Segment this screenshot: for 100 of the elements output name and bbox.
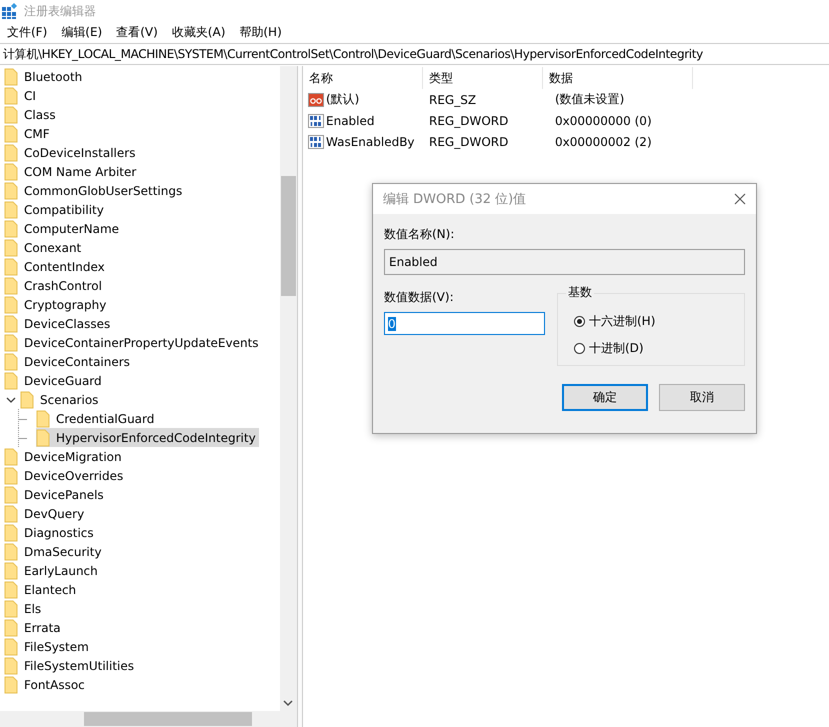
value-name[interactable]: Enabled bbox=[326, 114, 374, 128]
cancel-button[interactable]: 取消 bbox=[659, 384, 745, 411]
tree-item[interactable]: CredentialGuard bbox=[36, 409, 158, 428]
folder-icon bbox=[4, 600, 18, 618]
value-type: REG_SZ bbox=[428, 92, 478, 106]
menu-item[interactable]: 收藏夹(A) bbox=[168, 24, 230, 41]
field-label: 数值数据(V): bbox=[384, 289, 455, 306]
radio-button[interactable] bbox=[574, 316, 585, 327]
tree-item[interactable]: Errata bbox=[4, 618, 64, 637]
value-data: (数值未设置) bbox=[554, 91, 626, 108]
folder-icon bbox=[4, 334, 18, 352]
folder-icon bbox=[4, 656, 18, 674]
scrollbar[interactable] bbox=[280, 66, 297, 711]
folder-icon bbox=[36, 428, 50, 446]
tree-item[interactable]: DeviceOverrides bbox=[4, 466, 126, 485]
folder-icon bbox=[36, 410, 50, 428]
value-type: REG_DWORD bbox=[428, 114, 510, 128]
folder-icon bbox=[4, 352, 18, 370]
text-value-icon bbox=[308, 92, 324, 106]
tree-item[interactable]: DeviceContainers bbox=[4, 352, 133, 371]
value-data: 0x00000000 (0) bbox=[554, 114, 653, 128]
tree-item[interactable]: FontAssoc bbox=[4, 675, 88, 694]
horizontal-scrollbar[interactable] bbox=[0, 711, 297, 727]
menu-item[interactable]: 编辑(E) bbox=[57, 24, 106, 41]
tree-item[interactable]: FileSystem bbox=[4, 637, 92, 656]
folder-icon bbox=[4, 86, 18, 104]
folder-icon bbox=[4, 258, 18, 276]
tree-item[interactable]: COM Name Arbiter bbox=[4, 162, 140, 181]
menu-item[interactable]: 文件(F) bbox=[3, 24, 52, 41]
chevron-down-icon[interactable] bbox=[6, 394, 16, 404]
tree-item[interactable]: ComputerName bbox=[4, 219, 122, 238]
menu-item[interactable]: 帮助(H) bbox=[235, 24, 286, 41]
folder-icon bbox=[4, 238, 18, 256]
menu-item[interactable]: 查看(V) bbox=[112, 24, 162, 41]
tree-item[interactable]: Bluetooth bbox=[4, 67, 86, 86]
ok-button[interactable]: 确定 bbox=[562, 384, 648, 411]
tree-item[interactable]: CrashControl bbox=[4, 276, 105, 295]
group-label: 基数 bbox=[566, 284, 594, 301]
folder-icon bbox=[4, 618, 18, 636]
column-header[interactable]: 数据 bbox=[543, 67, 693, 89]
tree-item[interactable]: Diagnostics bbox=[4, 523, 97, 542]
folder-icon bbox=[4, 200, 18, 218]
tree-item[interactable]: Cryptography bbox=[4, 295, 110, 314]
folder-icon bbox=[20, 390, 34, 408]
folder-icon bbox=[4, 162, 18, 180]
window-title: 注册表编辑器 bbox=[24, 2, 96, 20]
folder-icon bbox=[4, 466, 18, 484]
tree-item[interactable]: Conexant bbox=[4, 238, 84, 257]
folder-icon bbox=[4, 220, 18, 238]
tree-item[interactable]: DevicePanels bbox=[4, 485, 107, 504]
tree-item[interactable]: DeviceClasses bbox=[4, 314, 114, 333]
radio-label[interactable]: 十进制(D) bbox=[589, 340, 644, 357]
scroll-down-icon[interactable] bbox=[283, 698, 293, 708]
name-field: Enabled bbox=[384, 249, 745, 275]
column-header[interactable]: 类型 bbox=[423, 67, 543, 89]
folder-icon bbox=[4, 580, 18, 598]
folder-icon bbox=[4, 676, 18, 694]
tree-item[interactable]: ContentIndex bbox=[4, 257, 108, 276]
tree-item[interactable]: Class bbox=[4, 105, 59, 124]
folder-icon bbox=[4, 486, 18, 504]
value-type: REG_DWORD bbox=[428, 134, 510, 148]
value-data: 0x00000002 (2) bbox=[554, 134, 653, 148]
tree-item[interactable]: Elantech bbox=[4, 580, 80, 599]
folder-icon bbox=[4, 106, 18, 124]
tree-item[interactable]: FileSystemUtilities bbox=[4, 656, 137, 675]
folder-icon bbox=[4, 144, 18, 162]
tree-item[interactable]: DeviceContainerPropertyUpdateEvents bbox=[4, 333, 262, 352]
scrollbar-thumb[interactable] bbox=[281, 176, 296, 296]
tree-item[interactable]: CommonGlobUserSettings bbox=[4, 181, 186, 200]
column-header[interactable]: 名称 bbox=[303, 67, 423, 89]
value-name[interactable]: (默认) bbox=[326, 91, 360, 108]
tree-item[interactable]: DmaSecurity bbox=[4, 542, 105, 561]
radio-button[interactable] bbox=[574, 343, 585, 354]
close-icon[interactable] bbox=[734, 193, 746, 205]
data-field[interactable]: 0 bbox=[384, 312, 545, 335]
tree-item[interactable]: HypervisorEnforcedCodeIntegrity bbox=[36, 428, 259, 447]
value-name[interactable]: WasEnabledBy bbox=[326, 134, 415, 148]
tree-item[interactable]: CoDeviceInstallers bbox=[4, 143, 138, 162]
folder-icon bbox=[4, 448, 18, 466]
tree-item[interactable]: DevQuery bbox=[4, 504, 88, 523]
tree-item[interactable]: CMF bbox=[4, 124, 53, 143]
scrollbar-thumb[interactable] bbox=[84, 712, 252, 726]
tree-item[interactable]: DeviceGuard bbox=[4, 371, 105, 390]
binary-value-icon bbox=[308, 134, 324, 148]
dialog-title: 编辑 DWORD (32 位)值 bbox=[383, 191, 526, 208]
folder-icon bbox=[4, 124, 18, 142]
folder-icon bbox=[4, 182, 18, 200]
tree-item[interactable]: CI bbox=[4, 86, 39, 105]
registry-icon bbox=[2, 3, 18, 19]
tree-item[interactable]: Compatibility bbox=[4, 200, 107, 219]
radio-label[interactable]: 十六进制(H) bbox=[589, 313, 656, 330]
tree-item[interactable]: DeviceMigration bbox=[4, 447, 125, 466]
tree-item[interactable]: EarlyLaunch bbox=[4, 561, 101, 580]
folder-icon bbox=[4, 276, 18, 294]
address-bar[interactable]: 计算机\HKEY_LOCAL_MACHINE\SYSTEM\CurrentControlSet\Control\DeviceGuard\Scenarios\HypervisorEnforcedCodeIntegrity bbox=[0, 43, 829, 65]
field-label: 数值名称(N): bbox=[384, 226, 456, 243]
folder-icon bbox=[4, 524, 18, 542]
folder-icon bbox=[4, 504, 18, 522]
tree-item[interactable]: Scenarios bbox=[20, 390, 102, 409]
tree-item[interactable]: Els bbox=[4, 599, 44, 618]
